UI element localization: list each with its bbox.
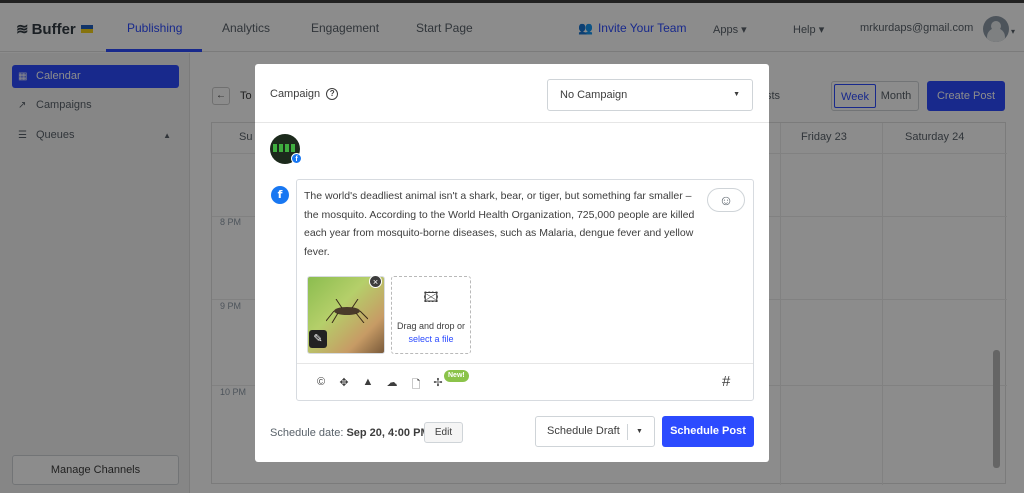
chevron-down-icon: ▼ (733, 91, 740, 98)
facebook-icon: f (271, 186, 289, 204)
canva-icon[interactable]: © (314, 376, 328, 388)
dropzone-text: Drag and drop or (396, 321, 466, 331)
post-text-area[interactable]: The world's deadliest animal isn't a sha… (304, 187, 699, 261)
select-file-link[interactable]: select a file (392, 334, 470, 344)
mosquito-image (326, 299, 368, 323)
google-drive-icon[interactable]: ▲ (361, 376, 375, 388)
campaign-value: No Campaign (560, 89, 628, 101)
chevron-down-icon[interactable]: ▼ (636, 417, 643, 446)
hashtag-icon[interactable]: # (722, 373, 730, 390)
schedule-draft-label: Schedule Draft (547, 425, 620, 437)
new-badge: New! (444, 370, 469, 382)
campaign-label: Campaign (270, 88, 321, 100)
facebook-badge-icon: f (291, 153, 302, 164)
onedrive-icon[interactable]: ☁ (385, 376, 399, 389)
schedule-prefix: Schedule date: (270, 427, 344, 439)
smiley-icon: ☺ (718, 192, 734, 208)
divider (627, 424, 628, 440)
schedule-post-button[interactable]: Schedule Post (662, 416, 754, 447)
campaign-label-group: Campaign ? (270, 88, 339, 100)
campaign-select[interactable]: No Campaign ▼ (547, 79, 753, 111)
schedule-draft-button[interactable]: Schedule Draft ▼ (535, 416, 655, 447)
help-icon[interactable]: ? (326, 88, 339, 100)
remove-image-icon[interactable]: × (369, 275, 382, 288)
divider (297, 363, 753, 364)
schedule-date-label: Schedule date: Sep 20, 4:00 PM (270, 427, 430, 439)
composer-modal: Campaign ? No Campaign ▼ f f The world's… (255, 64, 769, 462)
modal-header: Campaign ? No Campaign ▼ (255, 64, 769, 123)
schedule-date: Sep 20, 4:00 PM (346, 427, 430, 439)
post-composer: The world's deadliest animal isn't a sha… (296, 179, 754, 401)
emoji-button[interactable]: ☺ (707, 188, 745, 212)
file-icon[interactable]: 🗋 (409, 376, 423, 395)
file-dropzone[interactable]: 🖾 Drag and drop or select a file (391, 276, 471, 354)
integration-icon[interactable]: ✢ (431, 376, 445, 389)
edit-image-icon[interactable]: ✎ (309, 330, 327, 348)
dropbox-icon[interactable]: ✥ (337, 376, 351, 389)
add-image-icon: 🖾 (423, 289, 439, 305)
edit-schedule-button[interactable]: Edit (424, 422, 463, 443)
